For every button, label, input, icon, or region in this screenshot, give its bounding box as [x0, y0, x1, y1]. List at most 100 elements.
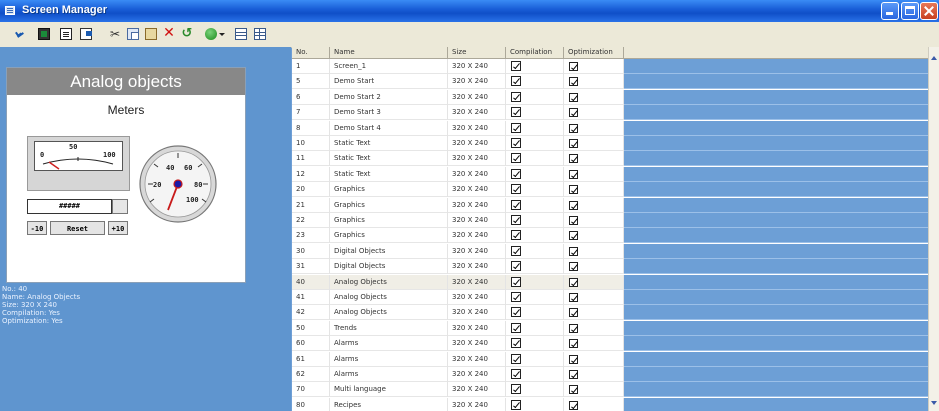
- compilation-checkbox[interactable]: [511, 307, 521, 318]
- compilation-checkbox[interactable]: [511, 399, 521, 410]
- compilation-checkbox[interactable]: [511, 261, 521, 272]
- table-row[interactable]: 21 Graphics 320 X 240: [292, 197, 928, 213]
- col-header-optimization[interactable]: Optimization: [564, 47, 624, 58]
- screen-list-icon[interactable]: [60, 28, 72, 40]
- grid-icon[interactable]: [235, 28, 247, 40]
- table-row[interactable]: 41 Analog Objects 320 X 240: [292, 290, 928, 305]
- table-row[interactable]: 6 Demo Start 2 320 X 240: [292, 89, 928, 105]
- compilation-checkbox[interactable]: [511, 384, 521, 395]
- table-row[interactable]: 80 Recipes 320 X 240: [292, 397, 928, 411]
- table-row[interactable]: 22 Graphics 320 X 240: [292, 213, 928, 228]
- col-header-size[interactable]: Size: [448, 47, 506, 58]
- compilation-checkbox[interactable]: [511, 138, 521, 148]
- arrow-icon[interactable]: [15, 28, 27, 40]
- export-icon[interactable]: [80, 28, 92, 40]
- table-row[interactable]: 31 Digital Objects 320 X 240: [292, 259, 928, 275]
- compilation-checkbox[interactable]: [511, 153, 521, 164]
- compilation-checkbox[interactable]: [511, 322, 521, 333]
- table-row[interactable]: 7 Demo Start 3 320 X 240: [292, 105, 928, 121]
- compilation-checkbox[interactable]: [511, 215, 521, 225]
- optimization-checkbox[interactable]: [569, 92, 578, 102]
- optimization-checkbox[interactable]: [569, 62, 578, 71]
- optimization-checkbox[interactable]: [569, 123, 578, 133]
- table-icon[interactable]: [254, 28, 266, 40]
- optimization-checkbox[interactable]: [569, 308, 578, 318]
- optimization-checkbox[interactable]: [569, 169, 578, 179]
- optimization-checkbox[interactable]: [569, 216, 578, 225]
- scroll-up-icon[interactable]: [931, 56, 937, 60]
- globe-icon[interactable]: [205, 28, 217, 40]
- compilation-checkbox[interactable]: [511, 91, 521, 102]
- screen-preview: Analog objects Meters 50 0 100 ##### -10…: [6, 67, 246, 283]
- table-row[interactable]: 12 Static Text 320 X 240: [292, 166, 928, 182]
- optimization-checkbox[interactable]: [569, 370, 578, 379]
- optimization-checkbox[interactable]: [569, 277, 578, 287]
- reset-button[interactable]: Reset: [50, 221, 105, 235]
- col-header-compilation[interactable]: Compilation: [506, 47, 564, 58]
- optimization-checkbox[interactable]: [569, 323, 578, 333]
- table-row[interactable]: 20 Graphics 320 X 240: [292, 182, 928, 198]
- plus-10-button[interactable]: +10: [108, 221, 128, 235]
- table-row[interactable]: 11 Static Text 320 X 240: [292, 151, 928, 167]
- maximize-button[interactable]: [901, 2, 919, 20]
- compilation-checkbox[interactable]: [511, 168, 521, 179]
- close-button[interactable]: [920, 2, 938, 20]
- compilation-checkbox[interactable]: [511, 184, 521, 195]
- compilation-checkbox[interactable]: [511, 338, 521, 349]
- compilation-checkbox[interactable]: [511, 369, 521, 379]
- table-row[interactable]: 30 Digital Objects 320 X 240: [292, 243, 928, 259]
- table-row[interactable]: 50 Trends 320 X 240: [292, 320, 928, 336]
- dropdown-icon[interactable]: [219, 28, 225, 40]
- vertical-scrollbar[interactable]: [928, 47, 939, 411]
- table-row[interactable]: 8 Demo Start 4 320 X 240: [292, 120, 928, 136]
- optimization-checkbox[interactable]: [569, 262, 578, 272]
- scroll-down-icon[interactable]: [931, 401, 937, 405]
- paste-icon[interactable]: [145, 28, 157, 40]
- cell-size: 320 X 240: [448, 228, 506, 244]
- col-header-no[interactable]: No.: [292, 47, 330, 58]
- compilation-checkbox[interactable]: [511, 61, 521, 71]
- optimization-checkbox[interactable]: [569, 246, 578, 256]
- optimization-checkbox[interactable]: [569, 354, 578, 364]
- compilation-checkbox[interactable]: [511, 245, 521, 256]
- table-row[interactable]: 60 Alarms 320 X 240: [292, 336, 928, 352]
- compilation-checkbox[interactable]: [511, 107, 521, 118]
- table-row[interactable]: 70 Multi language 320 X 240: [292, 382, 928, 398]
- optimization-checkbox[interactable]: [569, 231, 578, 241]
- copy-icon[interactable]: [127, 28, 139, 40]
- cut-icon[interactable]: ✂: [109, 28, 121, 40]
- compilation-checkbox[interactable]: [511, 230, 521, 241]
- table-row[interactable]: 5 Demo Start 320 X 240: [292, 74, 928, 90]
- compilation-checkbox[interactable]: [511, 76, 521, 87]
- table-row[interactable]: 61 Alarms 320 X 240: [292, 351, 928, 367]
- optimization-checkbox[interactable]: [569, 385, 578, 395]
- optimization-checkbox[interactable]: [569, 139, 578, 148]
- undo-icon[interactable]: ↺: [181, 27, 193, 40]
- optimization-checkbox[interactable]: [569, 77, 578, 87]
- table-row[interactable]: 10 Static Text 320 X 240: [292, 136, 928, 151]
- compilation-checkbox[interactable]: [511, 276, 521, 287]
- optimization-checkbox[interactable]: [569, 200, 578, 210]
- optimization-checkbox[interactable]: [569, 185, 578, 195]
- preview-panel: Analog objects Meters 50 0 100 ##### -10…: [0, 47, 291, 411]
- optimization-checkbox[interactable]: [569, 154, 578, 164]
- minimize-button[interactable]: [881, 2, 899, 20]
- optimization-checkbox[interactable]: [569, 400, 578, 410]
- delete-icon[interactable]: ✕: [163, 26, 175, 40]
- optimization-checkbox[interactable]: [569, 293, 578, 302]
- screen-icon[interactable]: [38, 28, 50, 40]
- table-row[interactable]: 42 Analog Objects 320 X 240: [292, 305, 928, 321]
- optimization-checkbox[interactable]: [569, 339, 578, 349]
- compilation-checkbox[interactable]: [511, 199, 521, 210]
- compilation-checkbox[interactable]: [511, 122, 521, 133]
- table-row[interactable]: 1 Screen_1 320 X 240: [292, 59, 928, 74]
- table-row[interactable]: 23 Graphics 320 X 240: [292, 228, 928, 244]
- col-header-name[interactable]: Name: [330, 47, 448, 58]
- compilation-checkbox[interactable]: [511, 353, 521, 364]
- table-row[interactable]: 40 Analog Objects 320 X 240: [292, 274, 928, 290]
- numeric-spin-button[interactable]: [112, 199, 128, 214]
- optimization-checkbox[interactable]: [569, 108, 578, 118]
- table-row[interactable]: 62 Alarms 320 X 240: [292, 367, 928, 382]
- compilation-checkbox[interactable]: [511, 292, 521, 302]
- minus-10-button[interactable]: -10: [27, 221, 47, 235]
